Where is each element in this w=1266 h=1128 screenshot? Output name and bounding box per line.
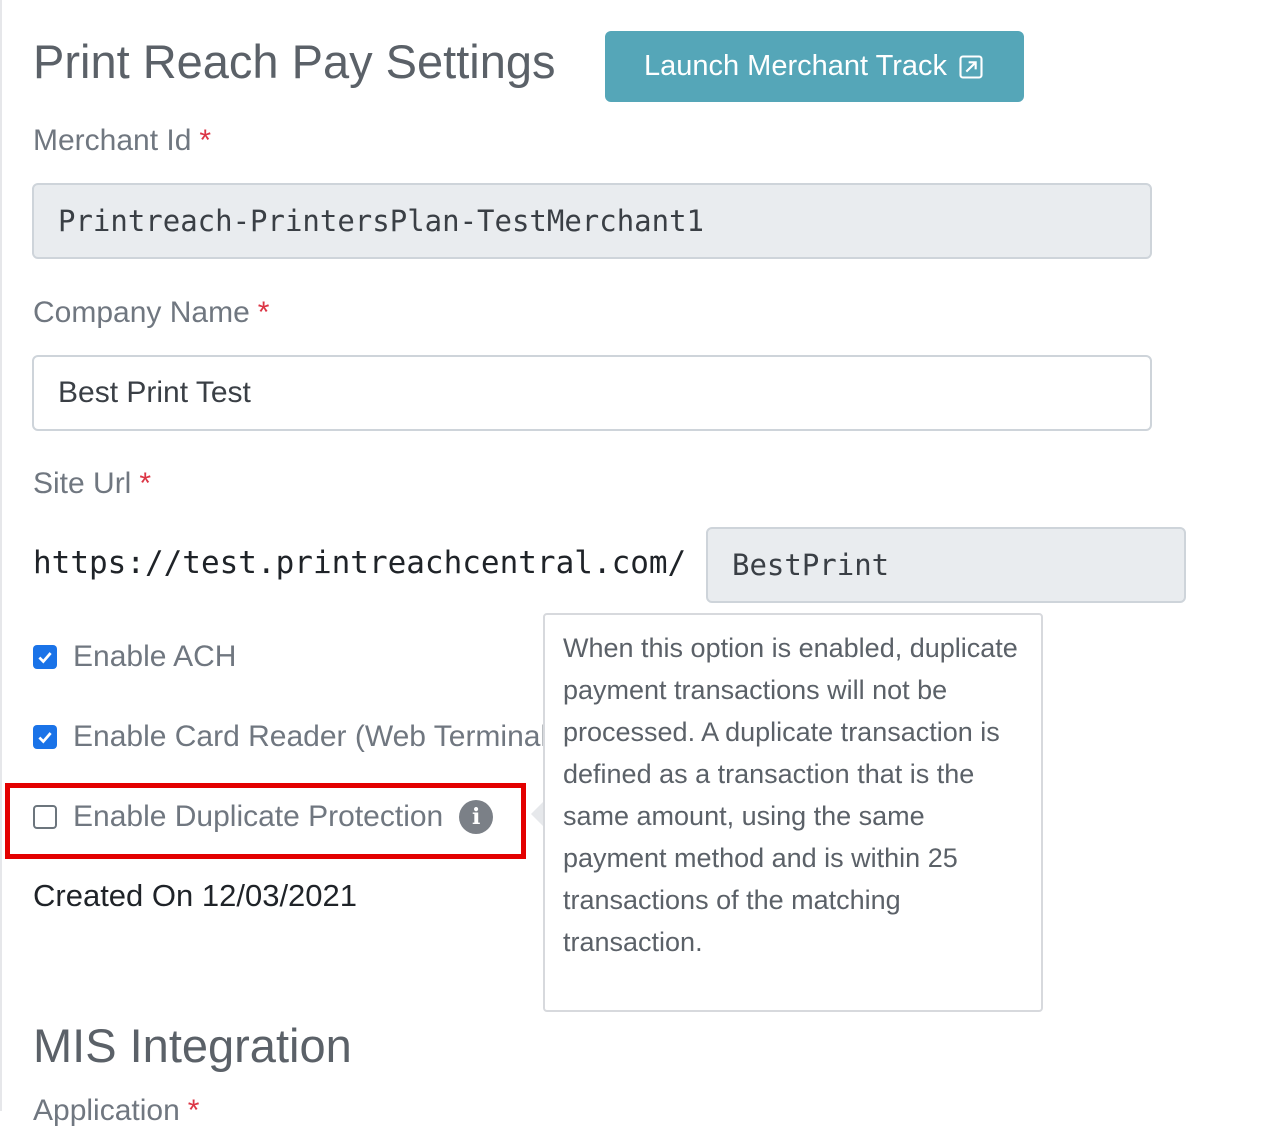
checkmark-icon: [38, 732, 52, 744]
enable-ach-label: Enable ACH: [73, 640, 237, 673]
enable-card-reader-checkbox[interactable]: [33, 725, 57, 749]
required-asterisk: *: [257, 296, 270, 329]
application-label: Application *: [33, 1094, 199, 1128]
site-url-label-text: Site Url: [33, 467, 132, 500]
company-name-value: Best Print Test: [58, 376, 251, 409]
site-url-field[interactable]: BestPrint: [706, 527, 1186, 603]
required-asterisk: *: [139, 467, 152, 500]
company-name-field[interactable]: Best Print Test: [32, 355, 1152, 431]
tooltip-text: When this option is enabled, duplicate p…: [563, 633, 1018, 957]
enable-ach-checkbox[interactable]: [33, 645, 57, 669]
highlight-box: [5, 783, 526, 859]
page-left-border: [0, 0, 2, 1111]
checkmark-icon: [38, 652, 52, 664]
created-on-text: Created On 12/03/2021: [33, 878, 358, 913]
enable-card-reader-option[interactable]: Enable Card Reader (Web Terminal): [33, 720, 557, 754]
enable-ach-option[interactable]: Enable ACH: [33, 640, 236, 674]
site-url-label: Site Url *: [33, 467, 151, 501]
company-name-label-text: Company Name: [33, 296, 250, 329]
launch-button-label: Launch Merchant Track: [643, 50, 948, 82]
merchant-id-label-text: Merchant Id: [33, 124, 192, 157]
external-link-icon: [959, 54, 983, 79]
launch-merchant-track-button[interactable]: Launch Merchant Track: [605, 31, 1024, 102]
site-url-prefix: https://test.printreachcentral.com/: [33, 545, 687, 581]
merchant-id-label: Merchant Id *: [33, 124, 211, 158]
mis-integration-title: MIS Integration: [33, 1019, 352, 1072]
duplicate-protection-tooltip: When this option is enabled, duplicate p…: [543, 613, 1043, 1012]
enable-card-reader-label: Enable Card Reader (Web Terminal): [73, 720, 558, 753]
merchant-id-field[interactable]: Printreach-PrintersPlan-TestMerchant1: [32, 183, 1152, 259]
site-url-value: BestPrint: [732, 548, 890, 582]
page-title: Print Reach Pay Settings: [33, 35, 556, 88]
merchant-id-value: Printreach-PrintersPlan-TestMerchant1: [58, 204, 705, 238]
company-name-label: Company Name *: [33, 296, 269, 330]
required-asterisk: *: [199, 124, 212, 157]
